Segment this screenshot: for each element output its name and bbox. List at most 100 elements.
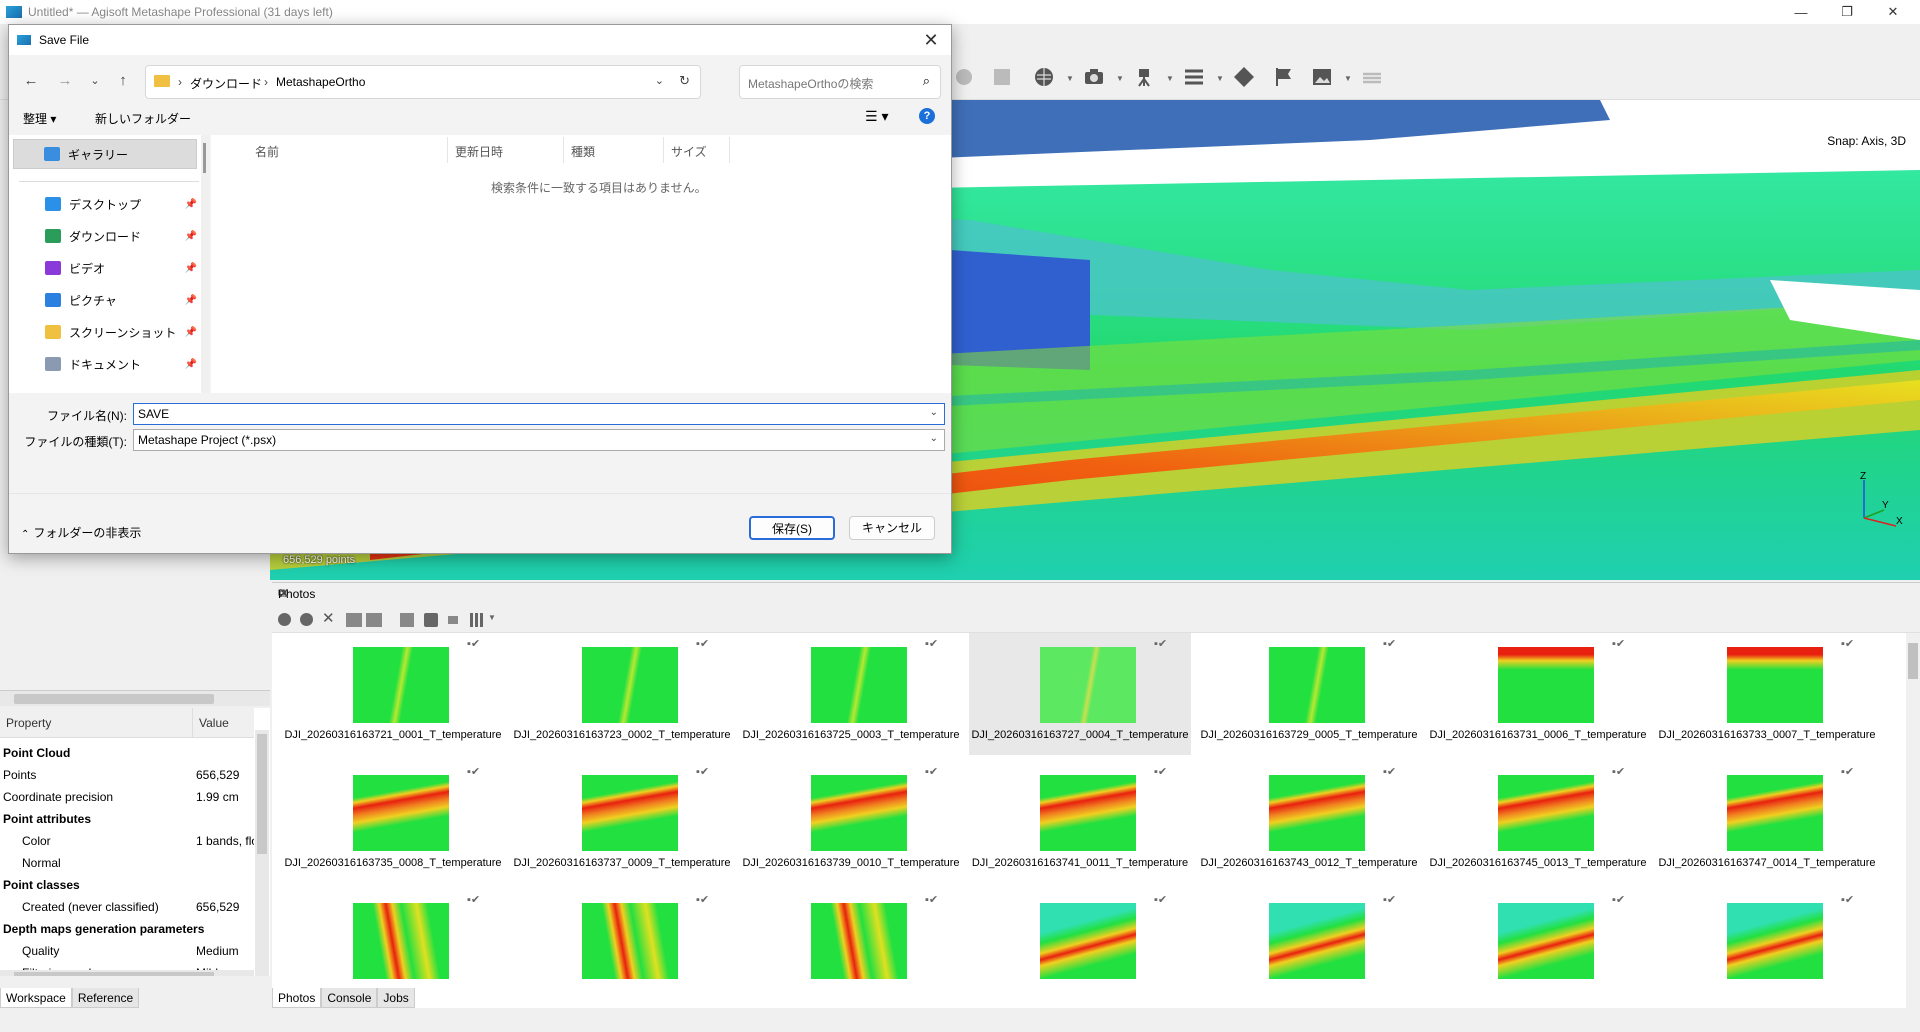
- enable-camera-icon[interactable]: [278, 613, 291, 626]
- thermal-photo-image[interactable]: [811, 903, 907, 979]
- scrollbar-thumb[interactable]: [14, 694, 214, 704]
- filename-input[interactable]: SAVE ⌄: [133, 403, 945, 425]
- nav-item-video[interactable]: ビデオ 📌: [15, 253, 201, 283]
- thermal-photo-image[interactable]: [1040, 647, 1136, 723]
- tab-jobs[interactable]: Jobs: [377, 988, 415, 1008]
- property-group-row[interactable]: Depth maps generation parameters: [0, 918, 254, 940]
- navigation-pane-scrollbar[interactable]: [201, 135, 209, 393]
- pin-icon[interactable]: 📌: [185, 199, 197, 210]
- value-column-header[interactable]: Value: [199, 716, 229, 730]
- minimize-icon[interactable]: —: [1778, 0, 1824, 24]
- forward-arrow-icon[interactable]: →: [55, 71, 75, 91]
- flag-icon[interactable]: [1270, 64, 1298, 90]
- mask-apply-icon[interactable]: [424, 613, 438, 627]
- tab-console[interactable]: Console: [321, 988, 378, 1008]
- address-dropdown-icon[interactable]: ⌄: [655, 74, 664, 87]
- photo-thumbnail[interactable]: ▪✔ DJI_20260316163743_0012_T_temperature: [1198, 761, 1420, 883]
- rotate-left-icon[interactable]: [346, 613, 362, 627]
- nav-item-documents[interactable]: ドキュメント 📌: [15, 349, 201, 379]
- chevron-down-icon[interactable]: ▼: [1216, 74, 1224, 83]
- mask-icon[interactable]: [400, 613, 414, 627]
- filetype-select[interactable]: Metashape Project (*.psx) ⌄: [133, 429, 945, 451]
- thermal-photo-image[interactable]: [1269, 775, 1365, 851]
- pin-icon[interactable]: 📌: [185, 231, 197, 242]
- organize-button[interactable]: 整理 ▾: [23, 110, 56, 127]
- photos-vertical-scrollbar[interactable]: [1906, 633, 1920, 1009]
- photo-thumbnail[interactable]: ▪✔: [1427, 889, 1649, 1009]
- tab-reference[interactable]: Reference: [71, 988, 140, 1008]
- tab-photos[interactable]: Photos: [272, 988, 322, 1008]
- photo-thumbnail[interactable]: ▪✔ DJI_20260316163739_0010_T_temperature: [740, 761, 962, 883]
- tripod-camera-icon[interactable]: [1130, 64, 1158, 90]
- column-date-modified[interactable]: 更新日時: [455, 143, 503, 160]
- chevron-down-icon[interactable]: ▼: [1166, 74, 1174, 83]
- recent-chevron-icon[interactable]: ⌄: [85, 71, 105, 91]
- property-group-row[interactable]: Point attributes: [0, 808, 254, 830]
- photo-thumbnail[interactable]: ▪✔ DJI_20260316163741_0011_T_temperature: [969, 761, 1191, 883]
- view-options-icon[interactable]: ☰ ▾: [865, 108, 888, 125]
- photo-thumbnail[interactable]: ▪✔: [1198, 889, 1420, 1009]
- hide-folders-toggle[interactable]: ⌃ フォルダーの非表示: [21, 524, 141, 541]
- column-type[interactable]: 種類: [571, 143, 595, 160]
- close-panel-icon[interactable]: ✕: [278, 585, 1912, 602]
- photo-thumbnail[interactable]: ▪✔ DJI_20260316163721_0001_T_temperature: [282, 633, 504, 755]
- select-tool-icon[interactable]: [950, 64, 978, 90]
- column-name[interactable]: 名前: [255, 143, 279, 160]
- properties-horizontal-scrollbar[interactable]: [0, 970, 254, 976]
- close-window-icon[interactable]: ✕: [1870, 0, 1916, 24]
- thermal-photo-image[interactable]: [1040, 903, 1136, 979]
- back-arrow-icon[interactable]: ←: [21, 71, 41, 91]
- thermal-photo-image[interactable]: [1269, 647, 1365, 723]
- photo-thumbnail[interactable]: ▪✔ DJI_20260316163727_0004_T_temperature: [969, 633, 1191, 755]
- up-arrow-icon[interactable]: ↑: [113, 71, 133, 91]
- help-icon[interactable]: ?: [919, 108, 935, 124]
- photo-thumbnail[interactable]: ▪✔ DJI_20260316163745_0013_T_temperature: [1427, 761, 1649, 883]
- thermal-photo-image[interactable]: [353, 903, 449, 979]
- close-icon[interactable]: ✕: [919, 29, 943, 51]
- nav-item-pictures[interactable]: ピクチャ 📌: [15, 285, 201, 315]
- photo-thumbnail[interactable]: ▪✔: [740, 889, 962, 1009]
- pin-icon[interactable]: 📌: [185, 295, 197, 306]
- property-row[interactable]: Color 1 bands, flo: [0, 830, 254, 852]
- breadcrumb-metashapeortho[interactable]: MetashapeOrtho: [276, 75, 365, 89]
- photo-thumbnail[interactable]: ▪✔ DJI_20260316163735_0008_T_temperature: [282, 761, 504, 883]
- thermal-photo-image[interactable]: [1498, 647, 1594, 723]
- chevron-down-icon[interactable]: ▼: [1116, 74, 1124, 83]
- nav-item-gallery[interactable]: ギャラリー: [13, 139, 197, 169]
- list-icon[interactable]: [1180, 64, 1208, 90]
- photo-thumbnail[interactable]: ▪✔ DJI_20260316163725_0003_T_temperature: [740, 633, 962, 755]
- thermal-photo-image[interactable]: [1727, 647, 1823, 723]
- image-quality-icon[interactable]: [448, 616, 458, 624]
- chevron-down-icon[interactable]: ⌄: [930, 407, 938, 418]
- address-bar[interactable]: › ダウンロード › MetashapeOrtho ⌄ ↻: [145, 65, 701, 99]
- property-row[interactable]: Created (never classified) 656,529: [0, 896, 254, 918]
- thermal-photo-image[interactable]: [1040, 775, 1136, 851]
- photo-thumbnail[interactable]: ▪✔ DJI_20260316163723_0002_T_temperature: [511, 633, 733, 755]
- property-row[interactable]: Coordinate precision 1.99 cm: [0, 786, 254, 808]
- chevron-down-icon[interactable]: ▼: [1066, 74, 1074, 83]
- column-size[interactable]: サイズ: [671, 143, 707, 160]
- view-mode-icon[interactable]: [470, 613, 484, 627]
- photo-thumbnail[interactable]: ▪✔ DJI_20260316163733_0007_T_temperature: [1656, 633, 1878, 755]
- pin-icon[interactable]: 📌: [185, 263, 197, 274]
- nav-item-folder[interactable]: スクリーンショット 📌: [15, 317, 201, 347]
- pin-icon[interactable]: 📌: [185, 359, 197, 370]
- image-tool-icon[interactable]: [988, 64, 1016, 90]
- file-list[interactable]: 名前 更新日時 種類 サイズ 検索条件に一致する項目はありません。: [211, 135, 951, 393]
- thermal-photo-image[interactable]: [1498, 775, 1594, 851]
- cancel-button[interactable]: キャンセル: [849, 516, 935, 540]
- nav-item-desktop[interactable]: デスクトップ 📌: [15, 189, 201, 219]
- thermal-photo-image[interactable]: [811, 647, 907, 723]
- remove-icon[interactable]: ✕: [322, 609, 335, 627]
- thermal-photo-image[interactable]: [1498, 903, 1594, 979]
- thermal-photo-image[interactable]: [1727, 903, 1823, 979]
- image-overlay-icon[interactable]: [1308, 64, 1336, 90]
- camera-icon[interactable]: [1080, 64, 1108, 90]
- chevron-down-icon[interactable]: ▼: [1344, 74, 1352, 83]
- globe-icon[interactable]: [1030, 64, 1058, 90]
- thermal-photo-image[interactable]: [353, 775, 449, 851]
- shape-icon[interactable]: [1230, 64, 1258, 90]
- photo-thumbnail[interactable]: ▪✔ DJI_20260316163747_0014_T_temperature: [1656, 761, 1878, 883]
- photo-thumbnail[interactable]: ▪✔: [1656, 889, 1878, 1009]
- property-group-row[interactable]: Point classes: [0, 874, 254, 896]
